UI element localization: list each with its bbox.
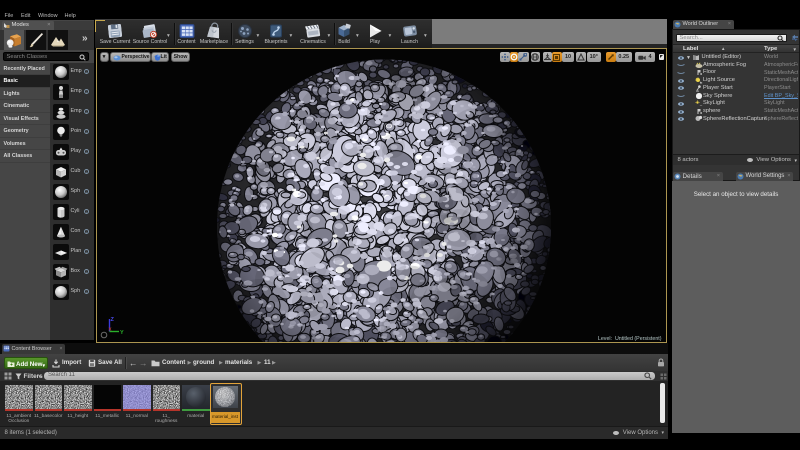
svg-text:Z: Z [110, 317, 114, 323]
svg-text:Y: Y [120, 330, 124, 336]
